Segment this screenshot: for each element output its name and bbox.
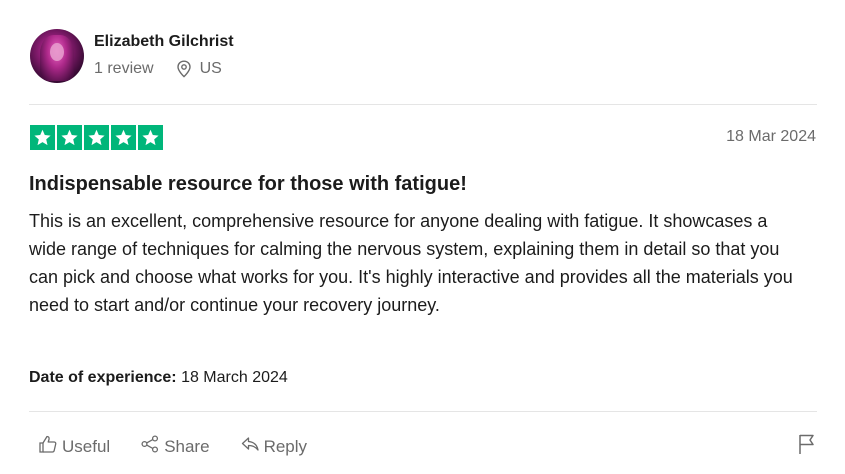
date-of-experience: Date of experience: 18 March 2024: [29, 369, 288, 387]
reviewer-name[interactable]: Elizabeth Gilchrist: [94, 33, 234, 51]
share-button[interactable]: Share: [140, 434, 210, 459]
review-date: 18 Mar 2024: [726, 128, 816, 145]
review-title[interactable]: Indispensable resource for those with fa…: [29, 173, 467, 196]
thumbs-up-icon: [38, 434, 62, 459]
share-icon: [140, 434, 164, 459]
reviewer-meta: 1 review US: [94, 60, 222, 78]
reply-label: Reply: [263, 436, 308, 456]
useful-label: Useful: [62, 436, 111, 456]
avatar[interactable]: [30, 29, 84, 83]
review-count: 1 review: [94, 60, 154, 77]
review-actions: Useful Share Reply: [38, 434, 337, 459]
reply-icon: [240, 434, 264, 459]
star-rating: [30, 125, 163, 150]
share-label: Share: [164, 436, 210, 456]
reviewer-country: US: [199, 60, 222, 77]
star-icon: [111, 125, 136, 150]
report-button[interactable]: [797, 433, 817, 460]
experience-date: 18 March 2024: [181, 369, 288, 386]
reply-button[interactable]: Reply: [240, 434, 307, 459]
star-icon: [138, 125, 163, 150]
divider: [29, 411, 817, 412]
star-icon: [57, 125, 82, 150]
location-pin-icon: [176, 60, 192, 78]
divider: [29, 104, 817, 105]
review-body: This is an excellent, comprehensive reso…: [29, 211, 793, 315]
avatar-face: [50, 43, 64, 61]
star-icon: [30, 125, 55, 150]
experience-label: Date of experience:: [29, 369, 177, 386]
flag-icon: [797, 434, 817, 459]
star-icon: [84, 125, 109, 150]
useful-button[interactable]: Useful: [38, 434, 110, 459]
